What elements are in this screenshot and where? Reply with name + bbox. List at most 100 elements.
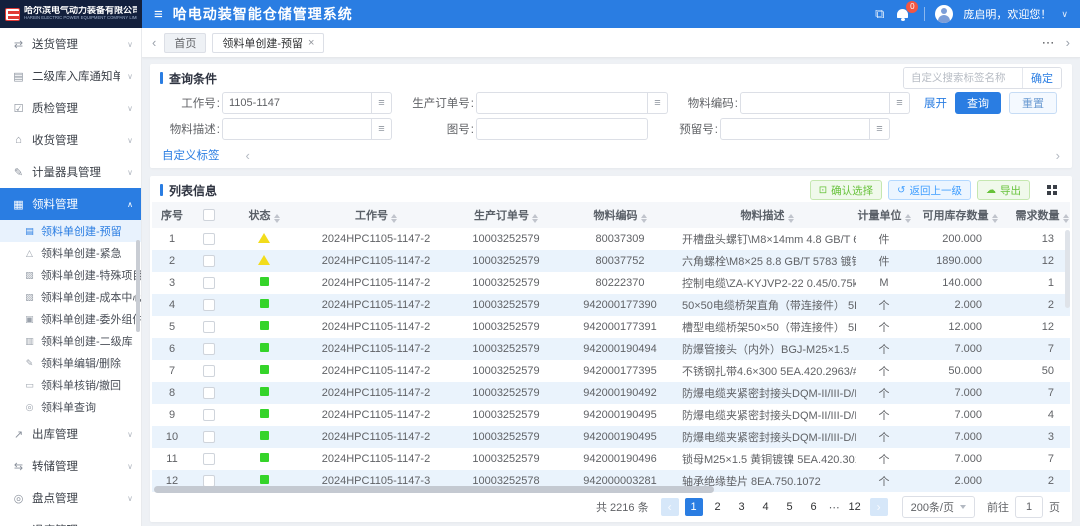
table-row[interactable]: 82024HPC1105-1147-2100032525799420001904… xyxy=(152,382,1070,404)
table-row[interactable]: 112024HPC1105-1147-210003252579942000190… xyxy=(152,448,1070,470)
row-checkbox[interactable] xyxy=(203,233,215,245)
work-no-input[interactable] xyxy=(222,92,372,114)
column-header-required_qty[interactable]: 需求数量 xyxy=(1008,202,1070,228)
table-vertical-scrollbar[interactable] xyxy=(1065,230,1070,308)
collapse-sidebar-icon[interactable]: ≡ xyxy=(154,6,163,23)
sidebar-scrollbar[interactable] xyxy=(136,240,140,332)
table-row[interactable]: 92024HPC1105-1147-2100032525799420001904… xyxy=(152,404,1070,426)
sort-icon[interactable] xyxy=(274,214,280,223)
production-order-input[interactable] xyxy=(476,92,648,114)
column-header-work_no[interactable]: 工作号 xyxy=(302,202,450,228)
reserve-no-picker-icon[interactable]: ≡ xyxy=(870,118,890,140)
sidebar-item-material-requisition[interactable]: ▦领料管理∧ xyxy=(0,188,141,220)
table-row[interactable]: 22024HPC1105-1147-21000325257980037752六角… xyxy=(152,250,1070,272)
row-checkbox[interactable] xyxy=(203,431,215,443)
page-button-5[interactable]: 5 xyxy=(781,498,799,516)
sidebar-subitem-doc-edit[interactable]: ✎领料单编辑/删除 xyxy=(0,352,141,374)
sidebar-subitem-doc-cost-center[interactable]: ▧领料单创建-成本中心 xyxy=(0,286,141,308)
sidebar-subitem-doc-reserve[interactable]: ▤领料单创建-预留 xyxy=(0,220,141,242)
sort-icon[interactable] xyxy=(905,214,911,223)
column-header-status[interactable]: 状态 xyxy=(226,202,302,228)
sidebar-subitem-doc-urgent[interactable]: △领料单创建-紧急 xyxy=(0,242,141,264)
sidebar-subitem-doc-special[interactable]: ▨领料单创建-特殊项目 xyxy=(0,264,141,286)
search-button[interactable]: 查询 xyxy=(955,92,1001,114)
column-header-unit[interactable]: 计量单位 xyxy=(856,202,912,228)
drawing-no-input[interactable] xyxy=(476,118,648,140)
back-previous-button[interactable]: ↺返回上一级 xyxy=(888,180,971,200)
sidebar-item-measuring-tools[interactable]: ✎计量器具管理∨ xyxy=(0,156,141,188)
page-ellipsis[interactable]: ⋯ xyxy=(829,501,840,514)
page-button-4[interactable]: 4 xyxy=(757,498,775,516)
page-button-1[interactable]: 1 xyxy=(685,498,703,516)
goto-page-input[interactable] xyxy=(1015,496,1043,518)
expand-link[interactable]: 展开 xyxy=(924,95,947,111)
custom-tag-search-input[interactable] xyxy=(904,68,1022,88)
page-button-6[interactable]: 6 xyxy=(805,498,823,516)
sidebar-subitem-doc-search[interactable]: ◎领料单查询 xyxy=(0,396,141,418)
tabs-scroll-left-icon[interactable]: ‹ xyxy=(152,35,156,50)
row-checkbox[interactable] xyxy=(203,387,215,399)
sidebar-item-stocktake[interactable]: ◎盘点管理∨ xyxy=(0,482,141,514)
column-header-order_no[interactable]: 生产订单号 xyxy=(450,202,562,228)
tab-current-page[interactable]: 领料单创建-预留× xyxy=(212,33,324,53)
tabs-scroll-right-icon[interactable]: › xyxy=(1066,35,1070,50)
material-code-input[interactable] xyxy=(740,92,890,114)
sidebar-item-receiving[interactable]: ⌂收货管理∨ xyxy=(0,124,141,156)
sidebar-item-delivery[interactable]: ⇄送货管理∨ xyxy=(0,28,141,60)
sidebar-item-inbound-notice[interactable]: ▤二级库入库通知单∨ xyxy=(0,60,141,92)
table-row[interactable]: 102024HPC1105-1147-210003252579942000190… xyxy=(152,426,1070,448)
notification-button[interactable]: 0 xyxy=(894,5,914,23)
sidebar-item-quality-check[interactable]: ☑质检管理∨ xyxy=(0,92,141,124)
row-checkbox[interactable] xyxy=(203,453,215,465)
row-checkbox[interactable] xyxy=(203,277,215,289)
table-row[interactable]: 42024HPC1105-1147-2100032525799420001773… xyxy=(152,294,1070,316)
table-row[interactable]: 32024HPC1105-1147-21000325257980222370控制… xyxy=(152,272,1070,294)
table-row[interactable]: 72024HPC1105-1147-2100032525799420001773… xyxy=(152,360,1070,382)
material-desc-input[interactable] xyxy=(222,118,372,140)
production-order-picker-icon[interactable]: ≡ xyxy=(648,92,668,114)
prev-page-button[interactable]: ‹ xyxy=(661,498,679,516)
table-row[interactable]: 52024HPC1105-1147-2100032525799420001773… xyxy=(152,316,1070,338)
tab-close-icon[interactable]: × xyxy=(308,37,314,49)
table-horizontal-scrollbar[interactable] xyxy=(154,486,714,493)
row-checkbox[interactable] xyxy=(203,409,215,421)
fullscreen-icon[interactable]: ⧉ xyxy=(875,6,884,22)
tabs-more-icon[interactable]: ⋯ xyxy=(1042,35,1056,51)
work-no-picker-icon[interactable]: ≡ xyxy=(372,92,392,114)
sidebar-item-outbound[interactable]: ↗出库管理∨ xyxy=(0,418,141,450)
sidebar-subitem-doc-outsourced[interactable]: ▣领料单创建-委外组件 xyxy=(0,308,141,330)
sidebar-item-return[interactable]: ↩退库管理∨ xyxy=(0,514,141,526)
confirm-select-button[interactable]: ⊡确认选择 xyxy=(810,180,882,200)
sidebar-subitem-doc-secondary[interactable]: ▥领料单创建-二级库 xyxy=(0,330,141,352)
next-page-button[interactable]: › xyxy=(870,498,888,516)
avatar[interactable] xyxy=(935,5,953,23)
custom-tag-link[interactable]: 自定义标签 xyxy=(162,147,220,163)
tag-confirm-button[interactable]: 确定 xyxy=(1022,68,1061,88)
row-checkbox[interactable] xyxy=(203,255,215,267)
column-settings-button[interactable] xyxy=(1042,180,1062,200)
page-button-2[interactable]: 2 xyxy=(709,498,727,516)
material-desc-picker-icon[interactable]: ≡ xyxy=(372,118,392,140)
select-all-checkbox[interactable] xyxy=(203,209,215,221)
page-size-select[interactable]: 200条/页 xyxy=(902,496,975,518)
table-row[interactable]: 62024HPC1105-1147-2100032525799420001904… xyxy=(152,338,1070,360)
row-checkbox[interactable] xyxy=(203,321,215,333)
tags-scroll-right-icon[interactable]: › xyxy=(1056,148,1060,163)
sort-icon[interactable] xyxy=(1063,214,1069,223)
reserve-no-input[interactable] xyxy=(720,118,870,140)
material-code-picker-icon[interactable]: ≡ xyxy=(890,92,910,114)
reset-button[interactable]: 重置 xyxy=(1009,92,1057,114)
column-header-material_code[interactable]: 物料编码 xyxy=(562,202,678,228)
sidebar-item-transfer[interactable]: ⇆转储管理∨ xyxy=(0,450,141,482)
column-header-material_desc[interactable]: 物料描述 xyxy=(678,202,856,228)
select-all-header[interactable] xyxy=(192,202,226,228)
export-button[interactable]: ☁导出 xyxy=(977,180,1030,200)
column-header-available_qty[interactable]: 可用库存数量 xyxy=(912,202,1008,228)
tab-home[interactable]: 首页 xyxy=(164,33,206,53)
tags-scroll-left-icon[interactable]: ‹ xyxy=(246,148,250,163)
sort-icon[interactable] xyxy=(532,214,538,223)
user-menu-chevron-icon[interactable]: ∨ xyxy=(1061,9,1068,20)
sort-icon[interactable] xyxy=(641,214,647,223)
row-checkbox[interactable] xyxy=(203,343,215,355)
table-row[interactable]: 12024HPC1105-1147-21000325257980037309开槽… xyxy=(152,228,1070,250)
